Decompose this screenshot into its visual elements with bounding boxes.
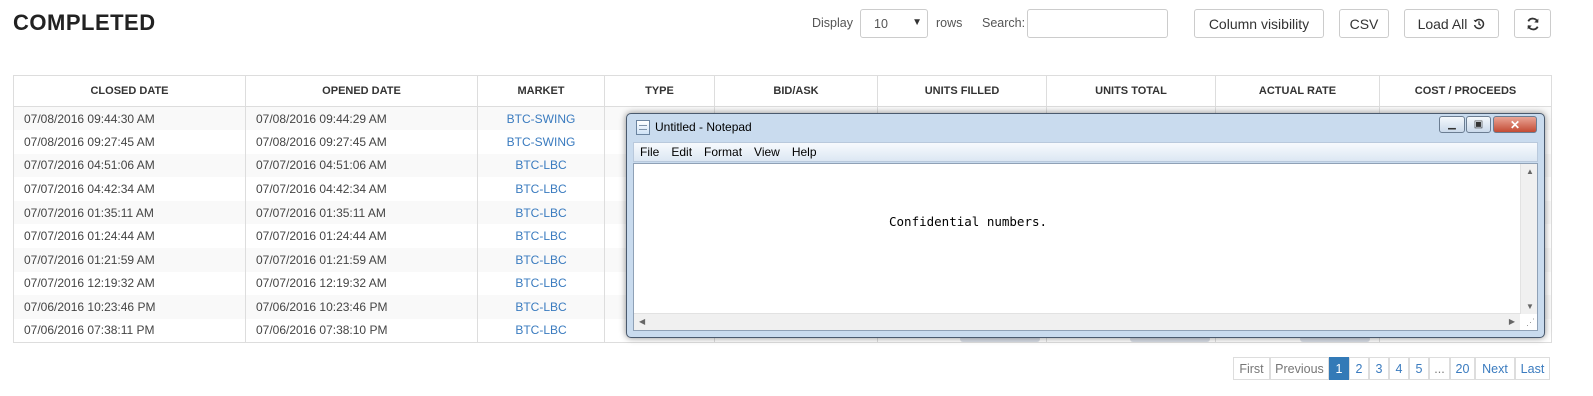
maximize-button[interactable]: ▣ (1466, 116, 1491, 133)
column-header-units-total[interactable]: UNITS TOTAL (1046, 75, 1216, 107)
market-link[interactable]: BTC-LBC (477, 318, 605, 343)
opened-date-cell: 07/08/2016 09:44:29 AM (245, 106, 478, 131)
refresh-icon (1526, 17, 1539, 30)
closed-date-cell: 07/07/2016 04:42:34 AM (13, 177, 246, 201)
column-header-market[interactable]: MARKET (477, 75, 605, 107)
column-header-actual-rate[interactable]: ACTUAL RATE (1215, 75, 1380, 107)
opened-date-cell: 07/07/2016 01:35:11 AM (245, 200, 478, 225)
csv-label: CSV (1349, 15, 1379, 32)
closed-date-cell: 07/06/2016 10:23:46 PM (13, 295, 246, 319)
market-link[interactable]: BTC-LBC (477, 200, 605, 225)
horizontal-scrollbar[interactable]: ◀ ▶ (634, 313, 1520, 330)
pagination-page-3[interactable]: 3 (1369, 357, 1389, 380)
table-header-row: CLOSED DATE OPENED DATE MARKET TYPE BID/… (13, 75, 1552, 107)
notepad-content: Confidential numbers. (889, 214, 1048, 229)
opened-date-cell: 07/08/2016 09:27:45 AM (245, 130, 478, 154)
menu-file[interactable]: File (634, 145, 665, 159)
pagination-page-2[interactable]: 2 (1349, 357, 1369, 380)
rows-per-page-value: 10 (874, 17, 888, 31)
notepad-text-area[interactable]: Confidential numbers. ▲ ▼ ◀ ▶ ⋰ (633, 163, 1538, 331)
load-all-label: Load All (1417, 15, 1468, 32)
pagination-next[interactable]: Next (1475, 357, 1515, 380)
column-header-bid-ask[interactable]: BID/ASK (714, 75, 878, 107)
column-header-opened-date[interactable]: OPENED DATE (245, 75, 478, 107)
page-title: COMPLETED (13, 10, 156, 35)
load-all-button[interactable]: Load All (1404, 9, 1499, 38)
minimize-button[interactable]: ▁ (1439, 116, 1465, 133)
column-header-units-filled[interactable]: UNITS FILLED (877, 75, 1047, 107)
market-link[interactable]: BTC-SWING (477, 106, 605, 131)
menu-format[interactable]: Format (698, 145, 748, 159)
search-label: Search: (982, 16, 1026, 30)
market-link[interactable]: BTC-LBC (477, 271, 605, 296)
pagination-page-4[interactable]: 4 (1389, 357, 1409, 380)
closed-date-cell: 07/06/2016 07:38:11 PM (13, 318, 246, 343)
market-link[interactable]: BTC-LBC (477, 224, 605, 249)
history-icon (1474, 18, 1485, 29)
column-header-cost-proceeds[interactable]: COST / PROCEEDS (1379, 75, 1552, 107)
closed-date-cell: 07/07/2016 04:51:06 AM (13, 153, 246, 178)
market-link[interactable]: BTC-LBC (477, 248, 605, 272)
vertical-scrollbar[interactable]: ▲ ▼ (1520, 164, 1537, 314)
market-link[interactable]: BTC-SWING (477, 130, 605, 154)
scroll-left-icon[interactable]: ◀ (639, 317, 645, 326)
chevron-down-icon: ▼ (912, 17, 922, 28)
notepad-title: Untitled - Notepad (655, 120, 752, 134)
pagination-first[interactable]: First (1233, 357, 1270, 380)
rows-label: rows (936, 16, 963, 30)
menu-edit[interactable]: Edit (665, 145, 698, 159)
resize-grip-icon[interactable]: ⋰ (1526, 317, 1535, 328)
market-link[interactable]: BTC-LBC (477, 295, 605, 319)
csv-button[interactable]: CSV (1339, 9, 1389, 38)
closed-date-cell: 07/07/2016 01:21:59 AM (13, 248, 246, 272)
search-input[interactable] (1027, 9, 1168, 38)
scroll-right-icon[interactable]: ▶ (1509, 317, 1515, 326)
menu-help[interactable]: Help (786, 145, 823, 159)
market-link[interactable]: BTC-LBC (477, 153, 605, 178)
notepad-window[interactable]: Untitled - Notepad ▁ ▣ ✕ File Edit Forma… (626, 113, 1545, 338)
pagination-previous[interactable]: Previous (1270, 357, 1329, 380)
rows-per-page-select[interactable]: 10 ▼ (860, 9, 928, 38)
pagination-page-20[interactable]: 20 (1450, 357, 1475, 380)
column-visibility-label: Column visibility (1208, 15, 1310, 32)
pagination-last[interactable]: Last (1515, 357, 1550, 380)
notepad-icon (636, 120, 650, 135)
closed-date-cell: 07/07/2016 01:24:44 AM (13, 224, 246, 249)
closed-date-cell: 07/07/2016 01:35:11 AM (13, 200, 246, 225)
closed-date-cell: 07/08/2016 09:44:30 AM (13, 106, 246, 131)
notepad-menubar: File Edit Format View Help (633, 142, 1538, 162)
column-visibility-button[interactable]: Column visibility (1194, 9, 1324, 38)
pagination-page-1[interactable]: 1 (1329, 357, 1349, 380)
column-header-closed-date[interactable]: CLOSED DATE (13, 75, 246, 107)
opened-date-cell: 07/07/2016 01:21:59 AM (245, 248, 478, 272)
pagination-page-5[interactable]: 5 (1409, 357, 1429, 380)
opened-date-cell: 07/07/2016 04:42:34 AM (245, 177, 478, 201)
column-header-type[interactable]: TYPE (604, 75, 715, 107)
close-button[interactable]: ✕ (1493, 116, 1537, 133)
opened-date-cell: 07/06/2016 10:23:46 PM (245, 295, 478, 319)
market-link[interactable]: BTC-LBC (477, 177, 605, 201)
display-label: Display (812, 16, 853, 30)
opened-date-cell: 07/07/2016 04:51:06 AM (245, 153, 478, 178)
scroll-up-icon[interactable]: ▲ (1526, 167, 1534, 176)
opened-date-cell: 07/07/2016 01:24:44 AM (245, 224, 478, 249)
closed-date-cell: 07/08/2016 09:27:45 AM (13, 130, 246, 154)
opened-date-cell: 07/06/2016 07:38:10 PM (245, 318, 478, 343)
refresh-button[interactable] (1514, 9, 1551, 38)
menu-view[interactable]: View (748, 145, 786, 159)
scroll-down-icon[interactable]: ▼ (1526, 302, 1534, 311)
pagination-ellipsis: ... (1429, 357, 1450, 380)
opened-date-cell: 07/07/2016 12:19:32 AM (245, 271, 478, 296)
closed-date-cell: 07/07/2016 12:19:32 AM (13, 271, 246, 296)
